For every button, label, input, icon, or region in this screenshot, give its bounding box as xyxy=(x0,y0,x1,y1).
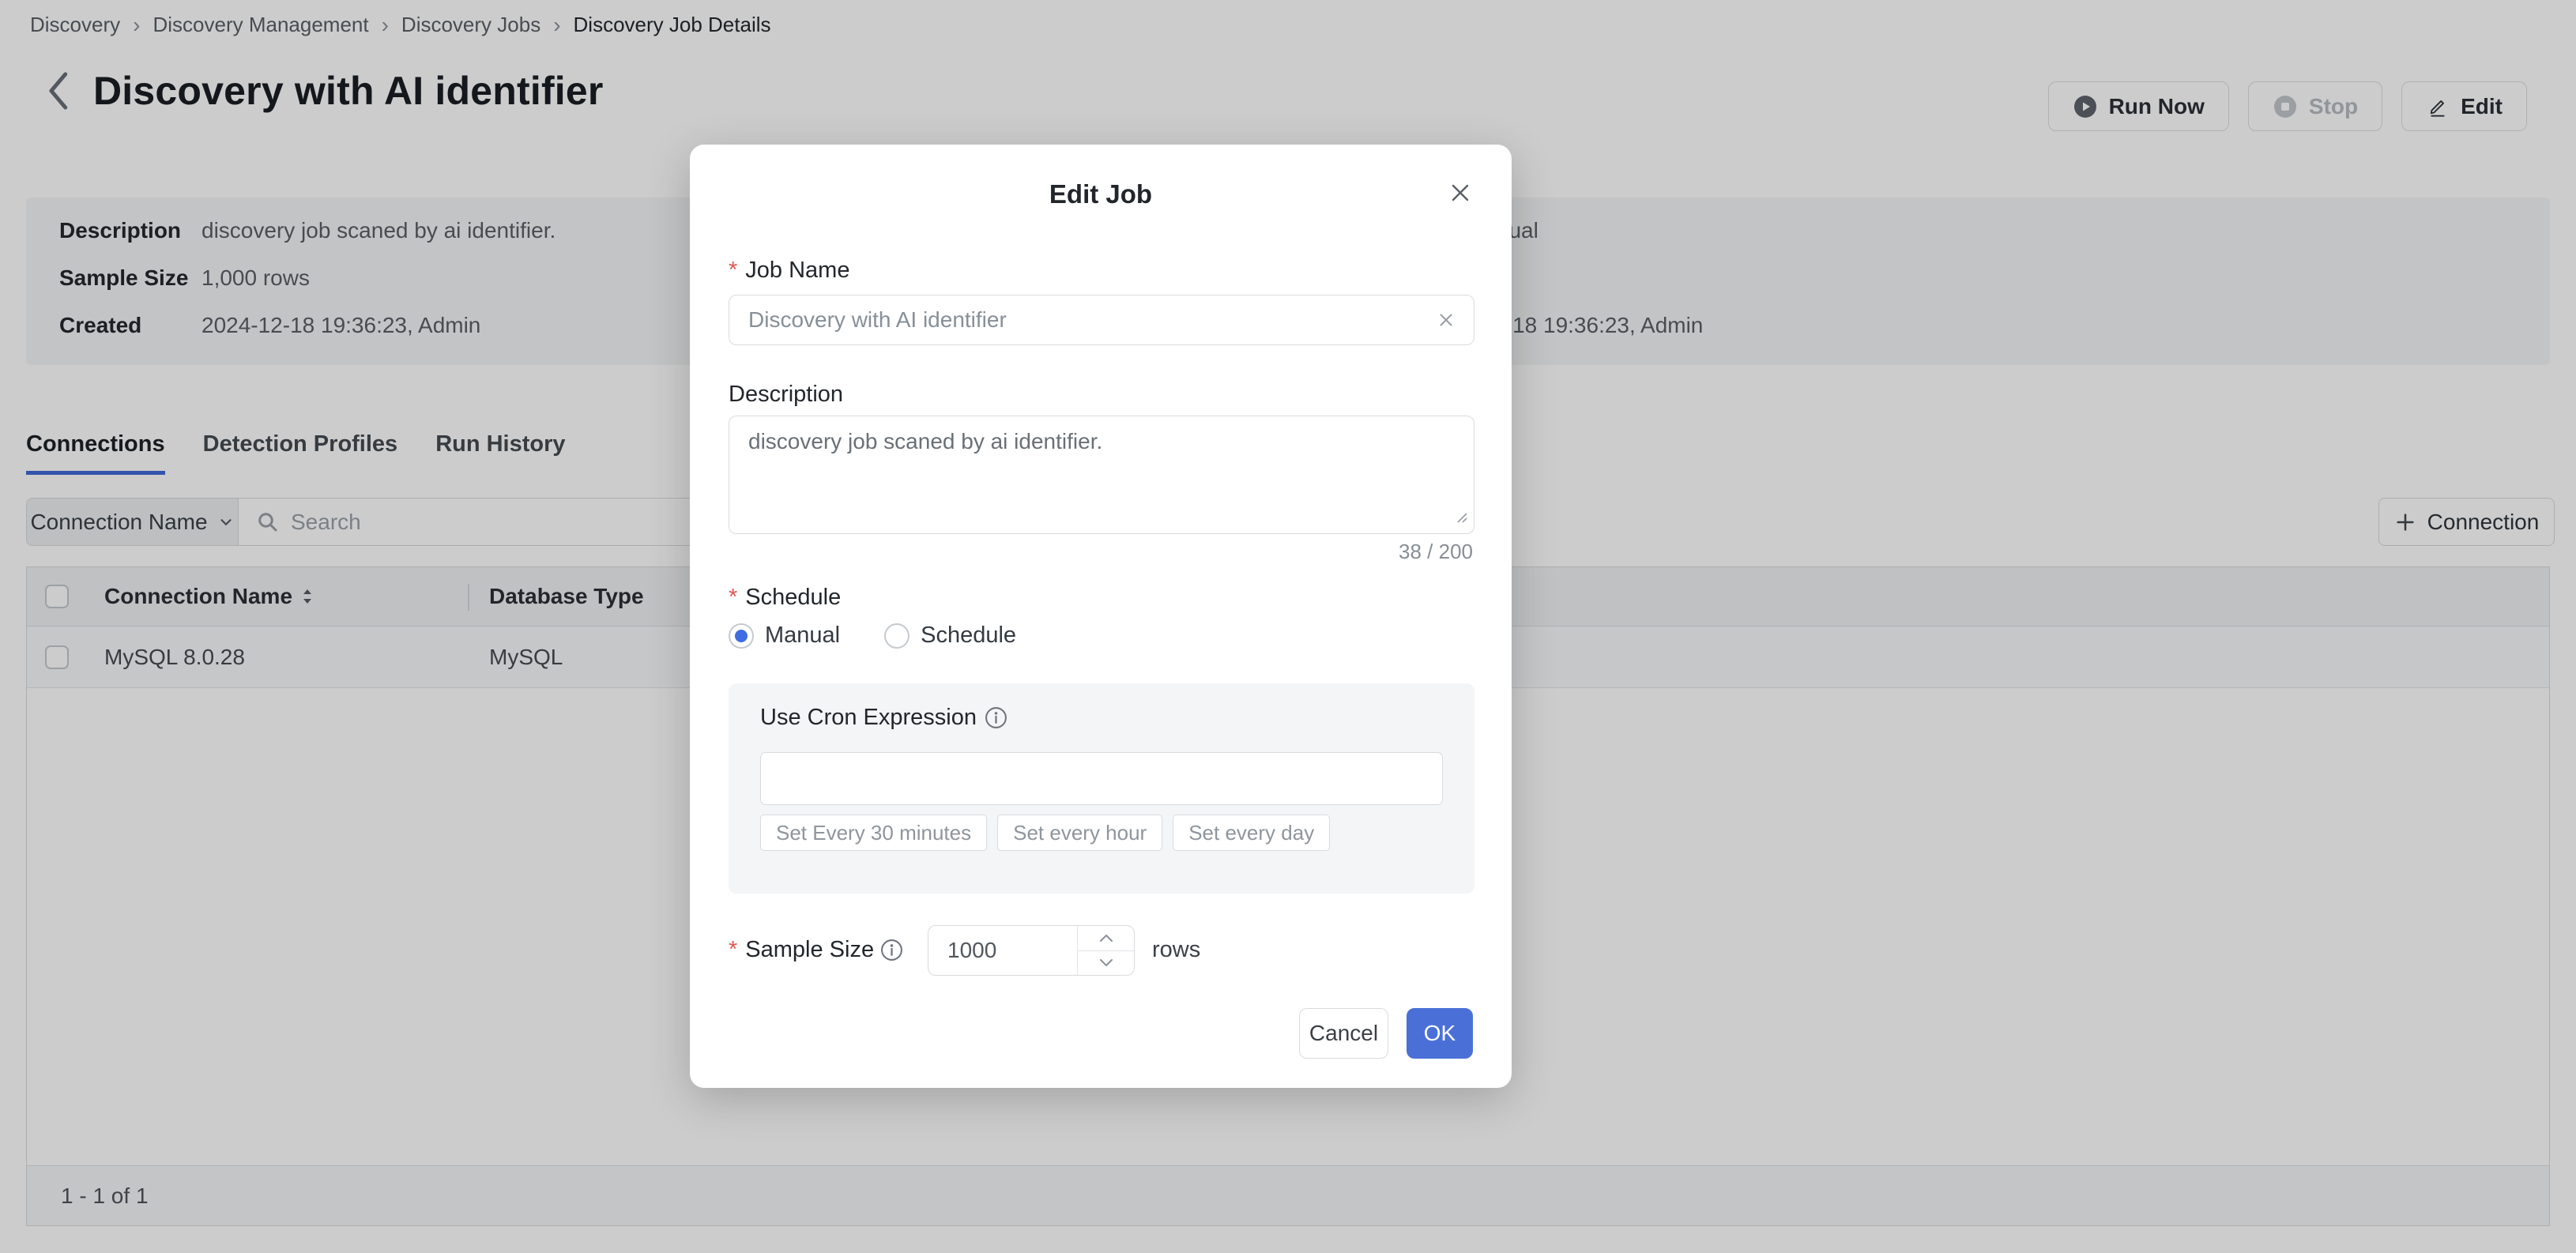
char-counter: 38 / 200 xyxy=(1399,540,1473,564)
clear-input-icon[interactable] xyxy=(1436,310,1456,330)
cron-expression-field xyxy=(760,752,1443,805)
number-stepper xyxy=(1077,926,1134,975)
preset-every-hour-button[interactable]: Set every hour xyxy=(997,815,1162,851)
description-textarea[interactable]: discovery job scaned by ai identifier. xyxy=(729,416,1474,534)
stepper-down-button[interactable] xyxy=(1078,951,1134,976)
job-name-label: * Job Name xyxy=(729,258,849,284)
sample-size-label-text: Sample Size xyxy=(745,937,874,963)
info-icon[interactable] xyxy=(880,939,903,961)
modal-footer: Cancel OK xyxy=(1299,1008,1473,1059)
job-name-label-text: Job Name xyxy=(745,258,849,284)
preset-every-30-minutes-button[interactable]: Set Every 30 minutes xyxy=(760,815,987,851)
ok-button[interactable]: OK xyxy=(1407,1008,1473,1059)
sample-size-field-label: * Sample Size xyxy=(729,937,903,963)
job-name-field xyxy=(729,295,1474,345)
radio-schedule-label: Schedule xyxy=(921,623,1016,649)
edit-job-modal: Edit Job * Job Name Description discover… xyxy=(690,145,1512,1088)
description-label-text: Description xyxy=(729,382,843,408)
job-name-input[interactable] xyxy=(729,307,1436,333)
sample-size-unit: rows xyxy=(1152,937,1200,963)
radio-manual-circle[interactable] xyxy=(729,623,754,649)
modal-title: Edit Job xyxy=(690,179,1512,209)
schedule-field-label: * Schedule xyxy=(729,585,841,611)
schedule-radio-group: Manual Schedule xyxy=(729,623,1016,649)
description-field-label: Description xyxy=(729,382,843,408)
close-icon[interactable] xyxy=(1445,178,1475,208)
info-icon[interactable] xyxy=(985,706,1007,729)
schedule-label-text: Schedule xyxy=(745,585,841,611)
cron-expression-label: Use Cron Expression xyxy=(760,705,1007,731)
cron-panel: Use Cron Expression Set Every 30 minutes… xyxy=(729,683,1474,894)
description-field: discovery job scaned by ai identifier. xyxy=(729,416,1474,534)
sample-size-input[interactable] xyxy=(928,926,1077,975)
sample-size-field xyxy=(928,925,1135,976)
radio-manual-label: Manual xyxy=(765,623,840,649)
cancel-button[interactable]: Cancel xyxy=(1299,1008,1388,1059)
radio-schedule[interactable]: Schedule xyxy=(884,623,1016,649)
cron-expression-input[interactable] xyxy=(761,753,1442,804)
radio-schedule-circle[interactable] xyxy=(884,623,910,649)
required-asterisk: * xyxy=(729,258,737,284)
cron-label-text: Use Cron Expression xyxy=(760,705,977,731)
radio-manual[interactable]: Manual xyxy=(729,623,840,649)
required-asterisk: * xyxy=(729,937,737,963)
preset-every-day-button[interactable]: Set every day xyxy=(1173,815,1330,851)
cron-presets: Set Every 30 minutes Set every hour Set … xyxy=(760,815,1330,851)
required-asterisk: * xyxy=(729,585,737,611)
stepper-up-button[interactable] xyxy=(1078,926,1134,951)
